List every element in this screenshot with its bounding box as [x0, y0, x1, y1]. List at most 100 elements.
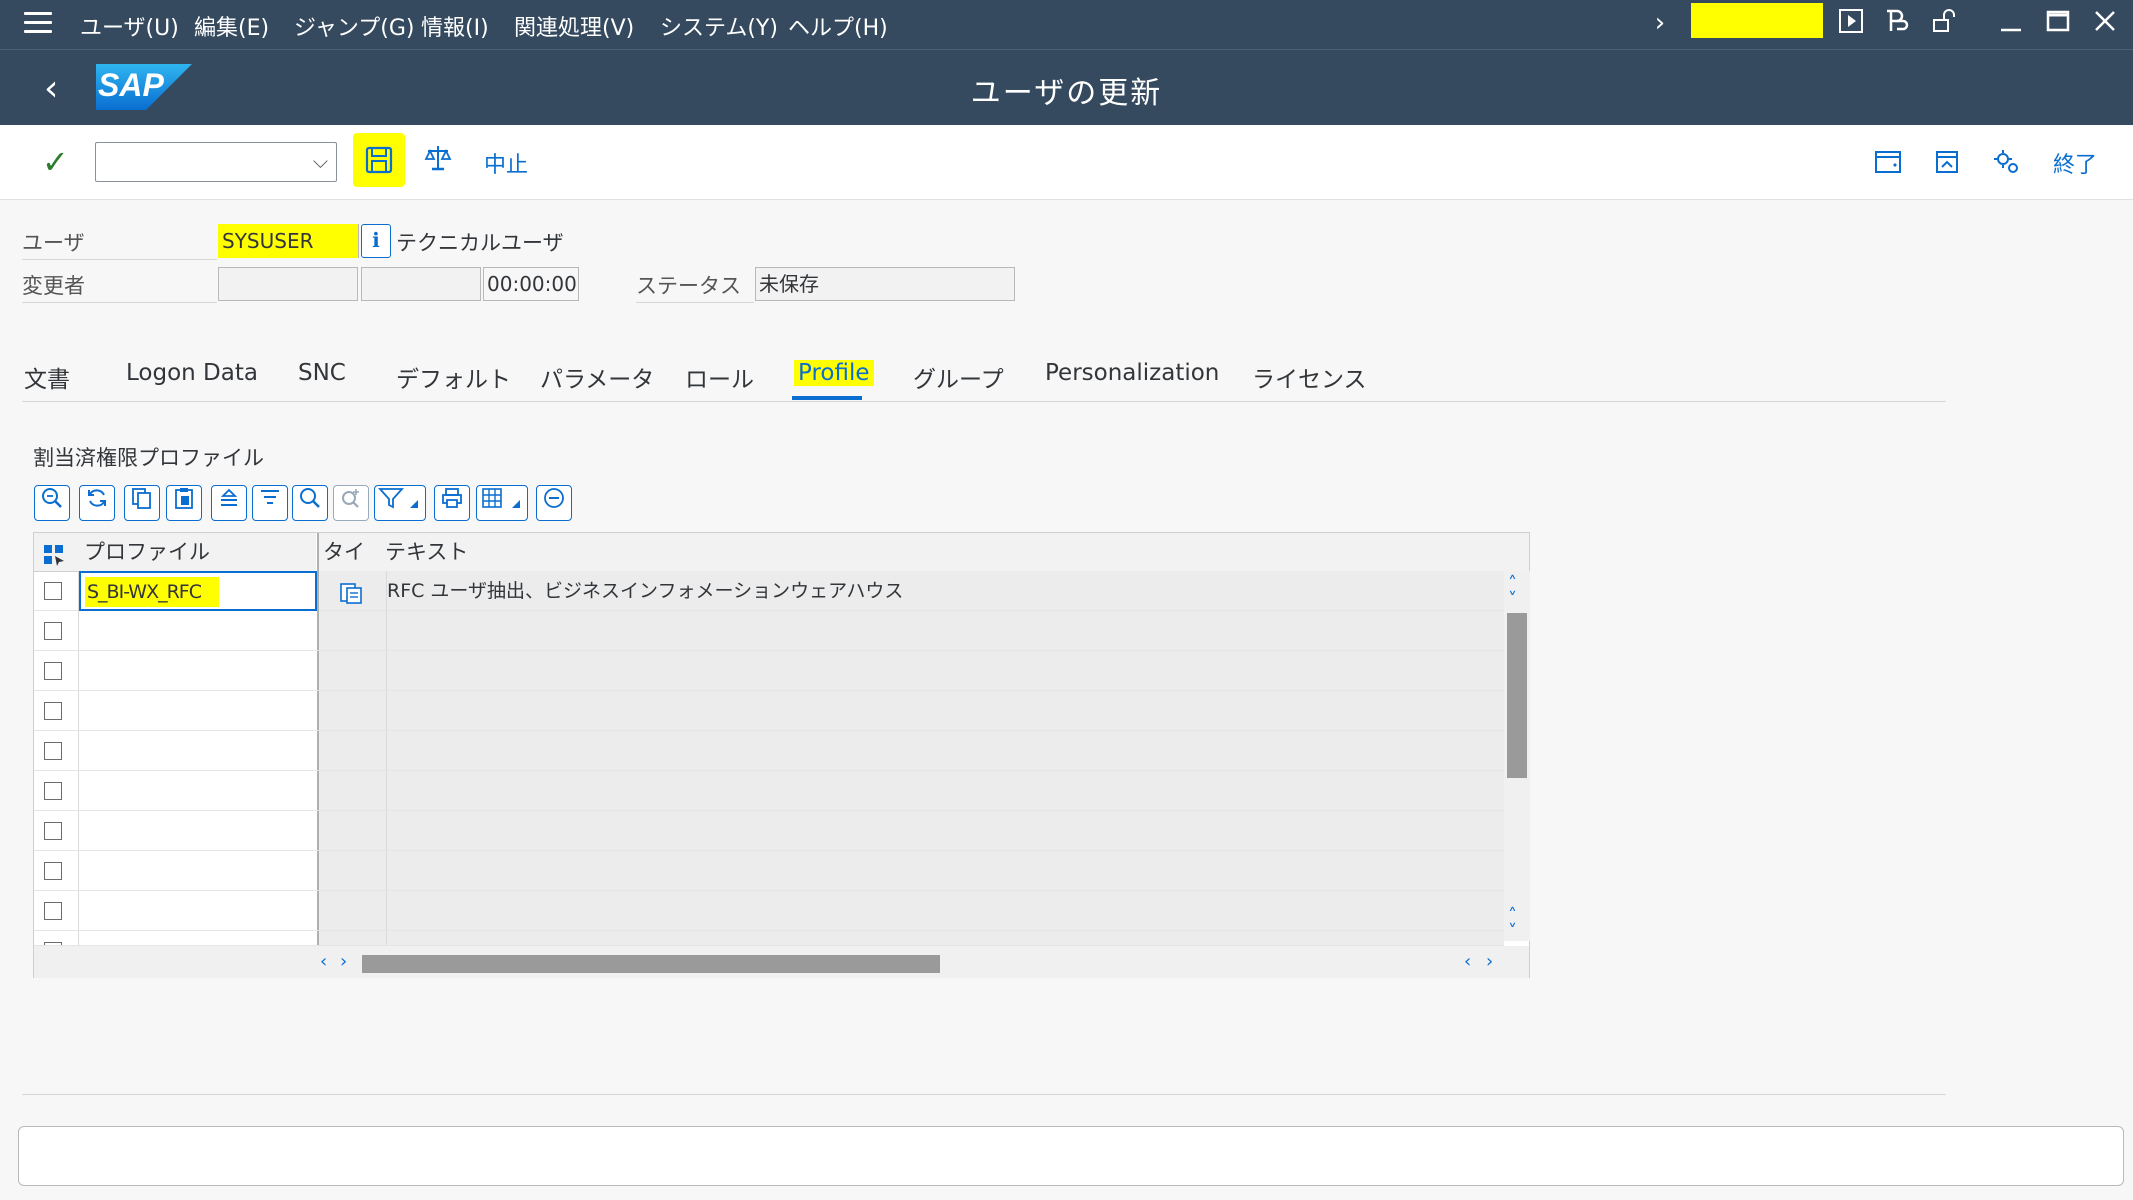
changed-time-input: 00:00:00: [483, 267, 579, 301]
sort-ascending-icon[interactable]: [211, 485, 247, 521]
row-divider: [22, 302, 217, 303]
tab-logon-data[interactable]: Logon Data: [126, 360, 258, 386]
type-cell: [319, 571, 386, 611]
column-header-text[interactable]: テキスト: [385, 533, 468, 571]
field-divider: [358, 224, 359, 258]
horizontal-scroll-thumb[interactable]: [362, 955, 940, 973]
maximize-icon[interactable]: [2043, 8, 2073, 38]
refresh-icon[interactable]: [79, 485, 115, 521]
save-button[interactable]: [353, 133, 405, 187]
application-toolbar: ✓ ⌵ 中止 終了: [0, 125, 2133, 200]
user-label: ユーザ: [22, 231, 85, 255]
row-checkbox[interactable]: [44, 582, 62, 600]
row-checkbox[interactable]: [44, 742, 62, 760]
changed-date-input: [361, 267, 481, 301]
chevron-right-icon[interactable]: ›: [1645, 8, 1675, 38]
settings-gear-icon[interactable]: [1992, 147, 2024, 179]
scroll-right-icon[interactable]: ›: [1486, 951, 1493, 972]
table-row: [34, 731, 1504, 771]
row-checkbox[interactable]: [44, 862, 62, 880]
checkmark-icon[interactable]: ✓: [42, 143, 69, 181]
play-icon[interactable]: [1836, 8, 1866, 38]
chevron-down-icon[interactable]: ⌵: [313, 149, 328, 173]
column-header-profile[interactable]: プロファイル: [84, 533, 210, 571]
row-checkbox[interactable]: [44, 702, 62, 720]
save-icon: [365, 146, 393, 174]
table-header-cell: テキスト: [385, 533, 1529, 572]
page-title: ユーザの更新: [970, 76, 1163, 111]
profile-name: S_BI-WX_RFC: [85, 577, 219, 607]
changed-by-input: [218, 267, 358, 301]
menu-edit[interactable]: 編集(E): [194, 10, 269, 42]
status-label: ステータス: [636, 274, 741, 298]
scroll-left-icon[interactable]: ‹: [1464, 951, 1471, 972]
tab-snc[interactable]: SNC: [298, 360, 346, 386]
search-next-icon[interactable]: [333, 485, 369, 521]
menu-user[interactable]: ユーザ(U): [80, 10, 179, 42]
scroll-left-icon[interactable]: ‹: [320, 951, 327, 972]
scroll-down-icon[interactable]: ˅: [1508, 589, 1517, 610]
unlock-icon[interactable]: [1928, 8, 1958, 38]
row-checkbox[interactable]: [44, 622, 62, 640]
tab-defaults[interactable]: デフォルト: [396, 360, 511, 394]
tab-documents[interactable]: 文書: [24, 360, 70, 394]
collapse-icon[interactable]: [536, 485, 572, 521]
exit-button[interactable]: 終了: [2053, 147, 2097, 179]
print-icon[interactable]: [434, 485, 470, 521]
command-field[interactable]: ⌵: [95, 142, 337, 182]
scroll-right-icon[interactable]: ›: [340, 951, 347, 972]
filter-icon[interactable]: [374, 485, 426, 521]
vertical-scroll-thumb[interactable]: [1507, 613, 1527, 778]
highlight-box: [1691, 3, 1823, 38]
row-divider: [636, 302, 754, 303]
menu-system[interactable]: システム(Y): [660, 10, 778, 42]
scroll-down-icon[interactable]: ˅: [1508, 921, 1517, 942]
active-tab-indicator: [792, 396, 862, 400]
profile-input-cell[interactable]: S_BI-WX_RFC: [79, 571, 317, 611]
menu-help[interactable]: ヘルプ(H): [788, 10, 888, 42]
table-row: [34, 651, 1504, 691]
table-header-cell: タイプ: [317, 533, 385, 602]
tab-profile[interactable]: Profile: [794, 360, 874, 386]
table-row: [34, 931, 1504, 946]
status-field: 未保存: [755, 267, 1015, 301]
row-checkbox[interactable]: [44, 902, 62, 920]
row-divider: [22, 259, 217, 260]
menu-info[interactable]: 情報(I): [421, 10, 489, 42]
cancel-button[interactable]: 中止: [484, 147, 528, 179]
search-icon[interactable]: [292, 485, 328, 521]
sort-descending-icon[interactable]: [252, 485, 288, 521]
title-bar: ‹ SAP ユーザの更新: [0, 49, 2133, 126]
row-checkbox[interactable]: [44, 662, 62, 680]
layout-grid-icon[interactable]: [476, 485, 528, 521]
paste-icon[interactable]: [166, 485, 202, 521]
layout-icon[interactable]: [1881, 8, 1911, 38]
tab-personalization[interactable]: Personalization: [1045, 360, 1219, 386]
close-icon[interactable]: [2090, 8, 2120, 38]
menu-related[interactable]: 関連処理(V): [514, 10, 634, 42]
copy-icon[interactable]: [124, 485, 160, 521]
row-checkbox[interactable]: [44, 782, 62, 800]
tab-groups[interactable]: グループ: [913, 360, 1004, 394]
table-row: [34, 571, 78, 611]
table-row: [34, 811, 1504, 851]
details-zoom-icon[interactable]: [34, 485, 70, 521]
menu-bar: ユーザ(U) 編集(E) ジャンプ(G) 情報(I) 関連処理(V) システム(…: [0, 0, 2133, 49]
table-header-row: プロファイル: [34, 533, 316, 572]
row-checkbox[interactable]: [44, 822, 62, 840]
window-icon[interactable]: [1932, 147, 1964, 179]
profile-table: プロファイル タイプ テキスト S_BI-WX_RFC RFC ユーザ抽出、ビジ…: [33, 532, 1530, 978]
tab-licenses[interactable]: ライセンス: [1252, 360, 1367, 394]
new-window-icon[interactable]: [1873, 147, 1905, 179]
tab-roles[interactable]: ロール: [685, 360, 754, 394]
minimize-icon[interactable]: [1996, 8, 2026, 38]
table-row: [34, 611, 1504, 651]
menu-goto[interactable]: ジャンプ(G): [294, 10, 414, 42]
info-icon[interactable]: ℹ: [361, 224, 391, 258]
balance-scale-icon[interactable]: [424, 143, 452, 180]
table-row: [34, 691, 1504, 731]
tab-parameters[interactable]: パラメータ: [540, 360, 654, 394]
table-row: [34, 771, 1504, 811]
hamburger-menu-icon[interactable]: [24, 12, 52, 36]
user-input[interactable]: SYSUSER: [218, 224, 358, 258]
